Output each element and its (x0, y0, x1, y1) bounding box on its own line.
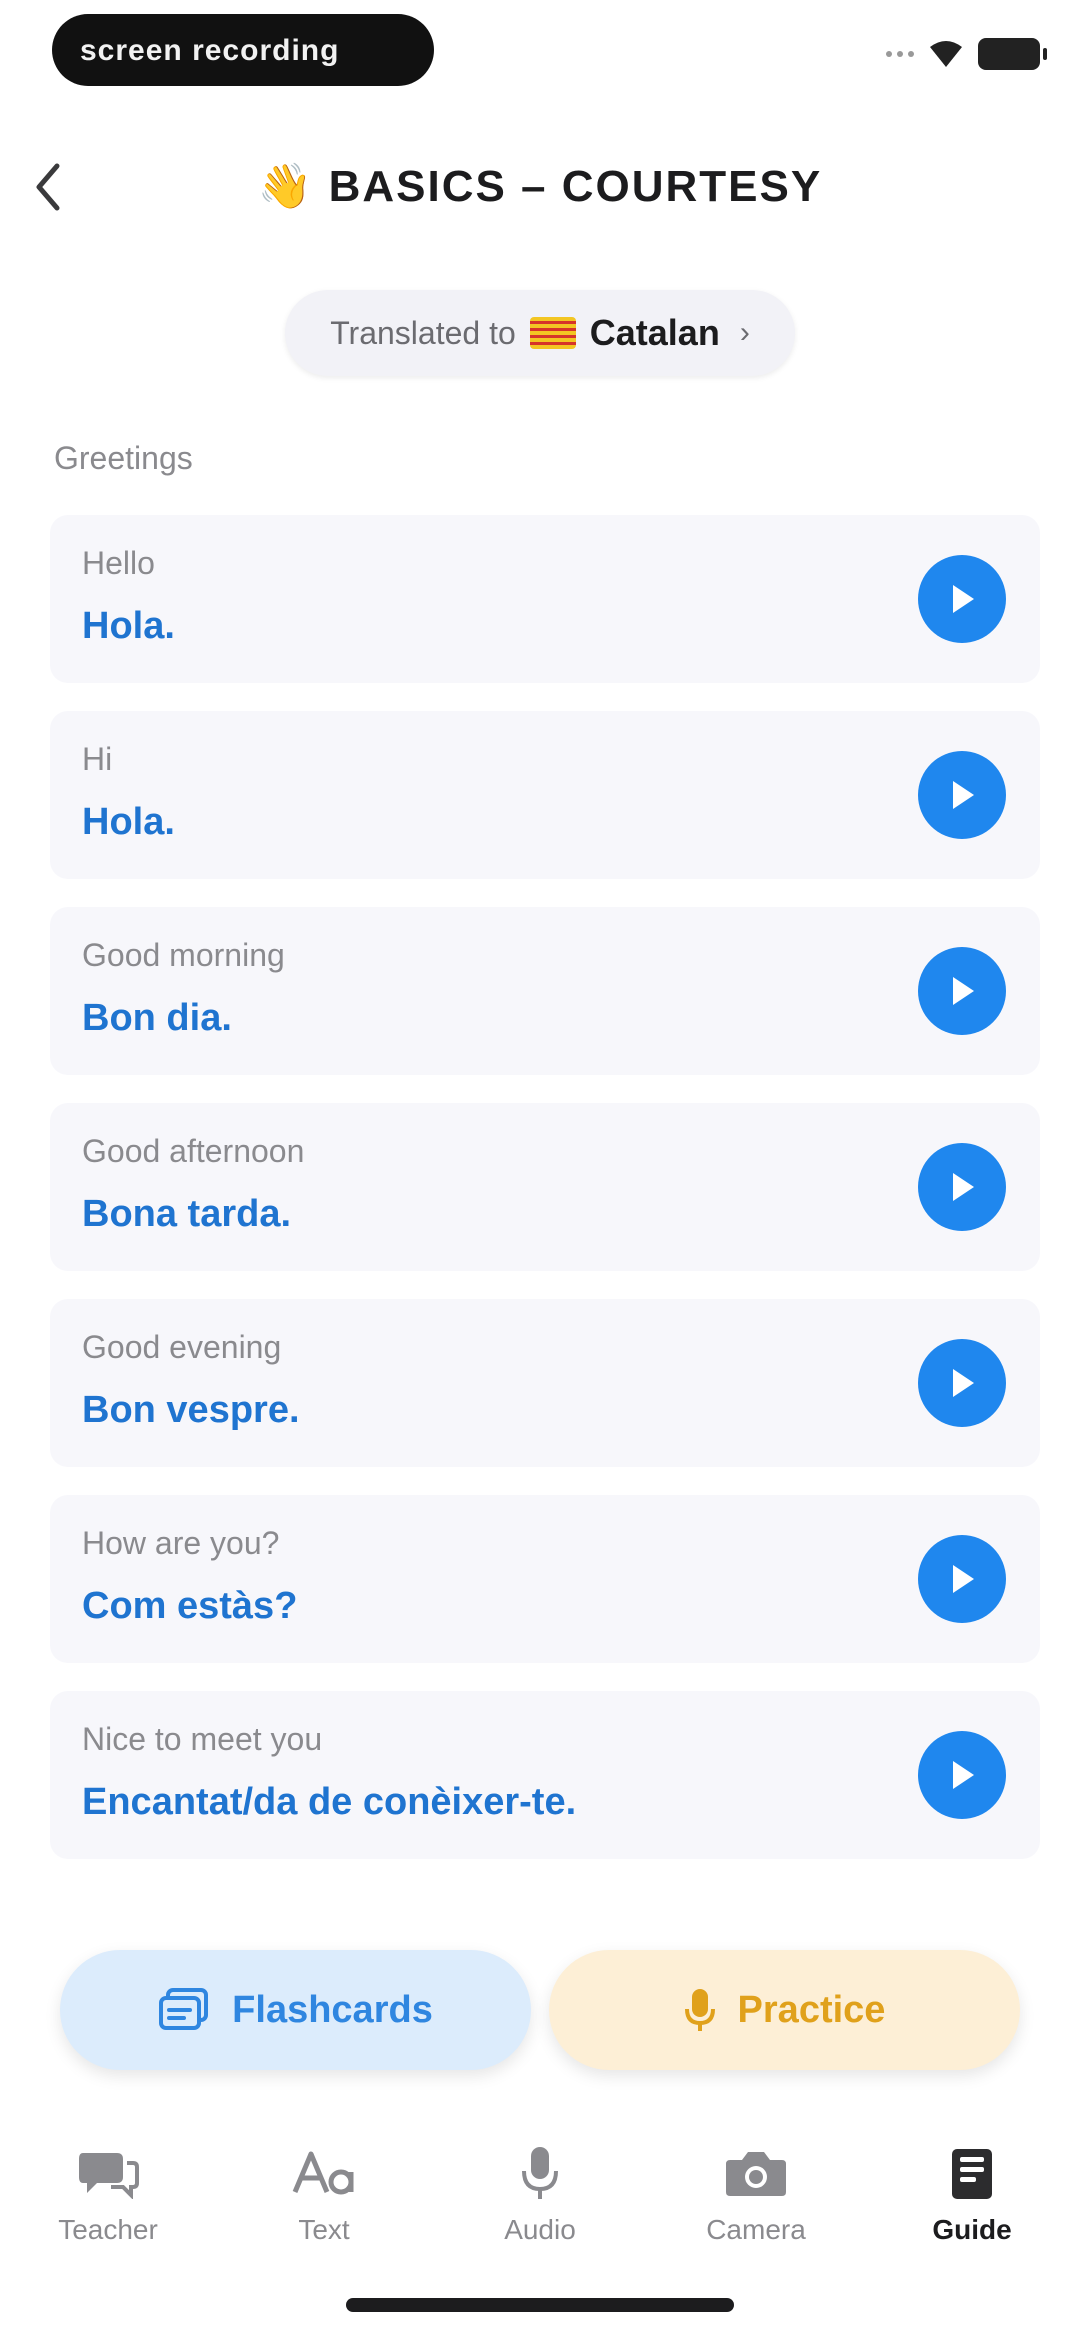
guide-book-icon (948, 2144, 996, 2202)
play-icon (953, 1761, 974, 1789)
tab-label: Teacher (58, 2214, 158, 2245)
phrase-translation: Bon vespre. (82, 1389, 300, 1431)
phrase-english: Good morning (82, 937, 285, 973)
signal-dots-icon (886, 51, 914, 57)
language-selector-prefix: Translated to (330, 314, 516, 351)
phrase-card[interactable]: Good afternoon Bona tarda. (50, 1103, 1040, 1271)
phrase-english: Hi (82, 741, 113, 777)
phrase-translation: Hola. (82, 801, 175, 843)
header: 👋 BASICS – COURTESY (0, 140, 1080, 236)
phrase-translation: Hola. (82, 605, 175, 647)
language-selector-value: Catalan (589, 312, 720, 353)
chevron-right-icon: › (739, 316, 750, 349)
play-audio-button[interactable] (918, 947, 1006, 1035)
phrase-english: Good evening (82, 1329, 282, 1365)
battery-icon (978, 38, 1047, 70)
status-pill-text: screen recording (80, 34, 340, 67)
waving-hand-icon: 👋 (257, 162, 315, 211)
play-audio-button[interactable] (918, 1535, 1006, 1623)
tab-bar: Teacher Text Audio Camera Guide (0, 2118, 1080, 2268)
play-audio-button[interactable] (918, 1339, 1006, 1427)
page-title: 👋 BASICS – COURTESY (0, 160, 1080, 212)
status-bar: screen recording (0, 0, 1080, 110)
chat-bubbles-icon (77, 2144, 139, 2202)
phrase-list: Hello Hola. Hi Hola. Good morning Bon di… (50, 515, 1040, 1887)
tab-label: Audio (504, 2214, 576, 2245)
practice-label: Practice (737, 1988, 886, 2031)
status-icons (886, 34, 1047, 74)
action-buttons: Flashcards Practice (60, 1950, 1020, 2070)
screen-recording-pill[interactable]: screen recording (52, 14, 434, 86)
phrase-card[interactable]: Good evening Bon vespre. (50, 1299, 1040, 1467)
tab-text[interactable]: Text (216, 2118, 432, 2268)
play-audio-button[interactable] (918, 555, 1006, 643)
home-indicator[interactable] (346, 2298, 734, 2312)
tab-label: Guide (932, 2214, 1012, 2245)
phrase-card[interactable]: Nice to meet you Encantat/da de conèixer… (50, 1691, 1040, 1859)
phrase-translation: Com estàs? (82, 1585, 298, 1627)
phrase-translation: Encantat/da de conèixer-te. (82, 1781, 577, 1823)
play-icon (953, 1565, 974, 1593)
tab-camera[interactable]: Camera (648, 2118, 864, 2268)
phrase-english: Hello (82, 545, 155, 581)
phrase-english: Nice to meet you (82, 1721, 323, 1757)
phrase-english: How are you? (82, 1525, 280, 1561)
flashcards-icon (159, 1988, 209, 2030)
tab-label: Camera (706, 2214, 806, 2245)
language-selector[interactable]: Translated to Catalan › (285, 290, 795, 376)
page-title-text: BASICS – COURTESY (328, 162, 823, 211)
tab-audio[interactable]: Audio (432, 2118, 648, 2268)
play-icon (953, 977, 974, 1005)
catalan-flag-icon (529, 317, 576, 349)
practice-button[interactable]: Practice (549, 1950, 1020, 2070)
play-icon (953, 781, 974, 809)
phrase-card[interactable]: Hi Hola. (50, 711, 1040, 879)
phrase-card[interactable]: How are you? Com estàs? (50, 1495, 1040, 1663)
phrase-translation: Bona tarda. (82, 1193, 292, 1235)
play-icon (953, 1369, 974, 1397)
phrase-translation: Bon dia. (82, 997, 232, 1039)
tab-label: Text (298, 2214, 350, 2245)
microphone-icon (521, 2144, 559, 2202)
phrase-card[interactable]: Good morning Bon dia. (50, 907, 1040, 1075)
play-audio-button[interactable] (918, 751, 1006, 839)
text-aa-icon (291, 2144, 357, 2202)
phrase-english: Good afternoon (82, 1133, 305, 1169)
flashcards-label: Flashcards (232, 1988, 433, 2031)
play-icon (953, 585, 974, 613)
camera-icon (724, 2144, 788, 2202)
flashcards-button[interactable]: Flashcards (60, 1950, 531, 2070)
tab-teacher[interactable]: Teacher (0, 2118, 216, 2268)
wifi-icon (930, 41, 962, 67)
section-title: Greetings (54, 440, 193, 476)
play-audio-button[interactable] (918, 1143, 1006, 1231)
microphone-icon (684, 1989, 715, 2031)
play-audio-button[interactable] (918, 1731, 1006, 1819)
phrase-card[interactable]: Hello Hola. (50, 515, 1040, 683)
play-icon (953, 1173, 974, 1201)
tab-guide[interactable]: Guide (864, 2118, 1080, 2268)
